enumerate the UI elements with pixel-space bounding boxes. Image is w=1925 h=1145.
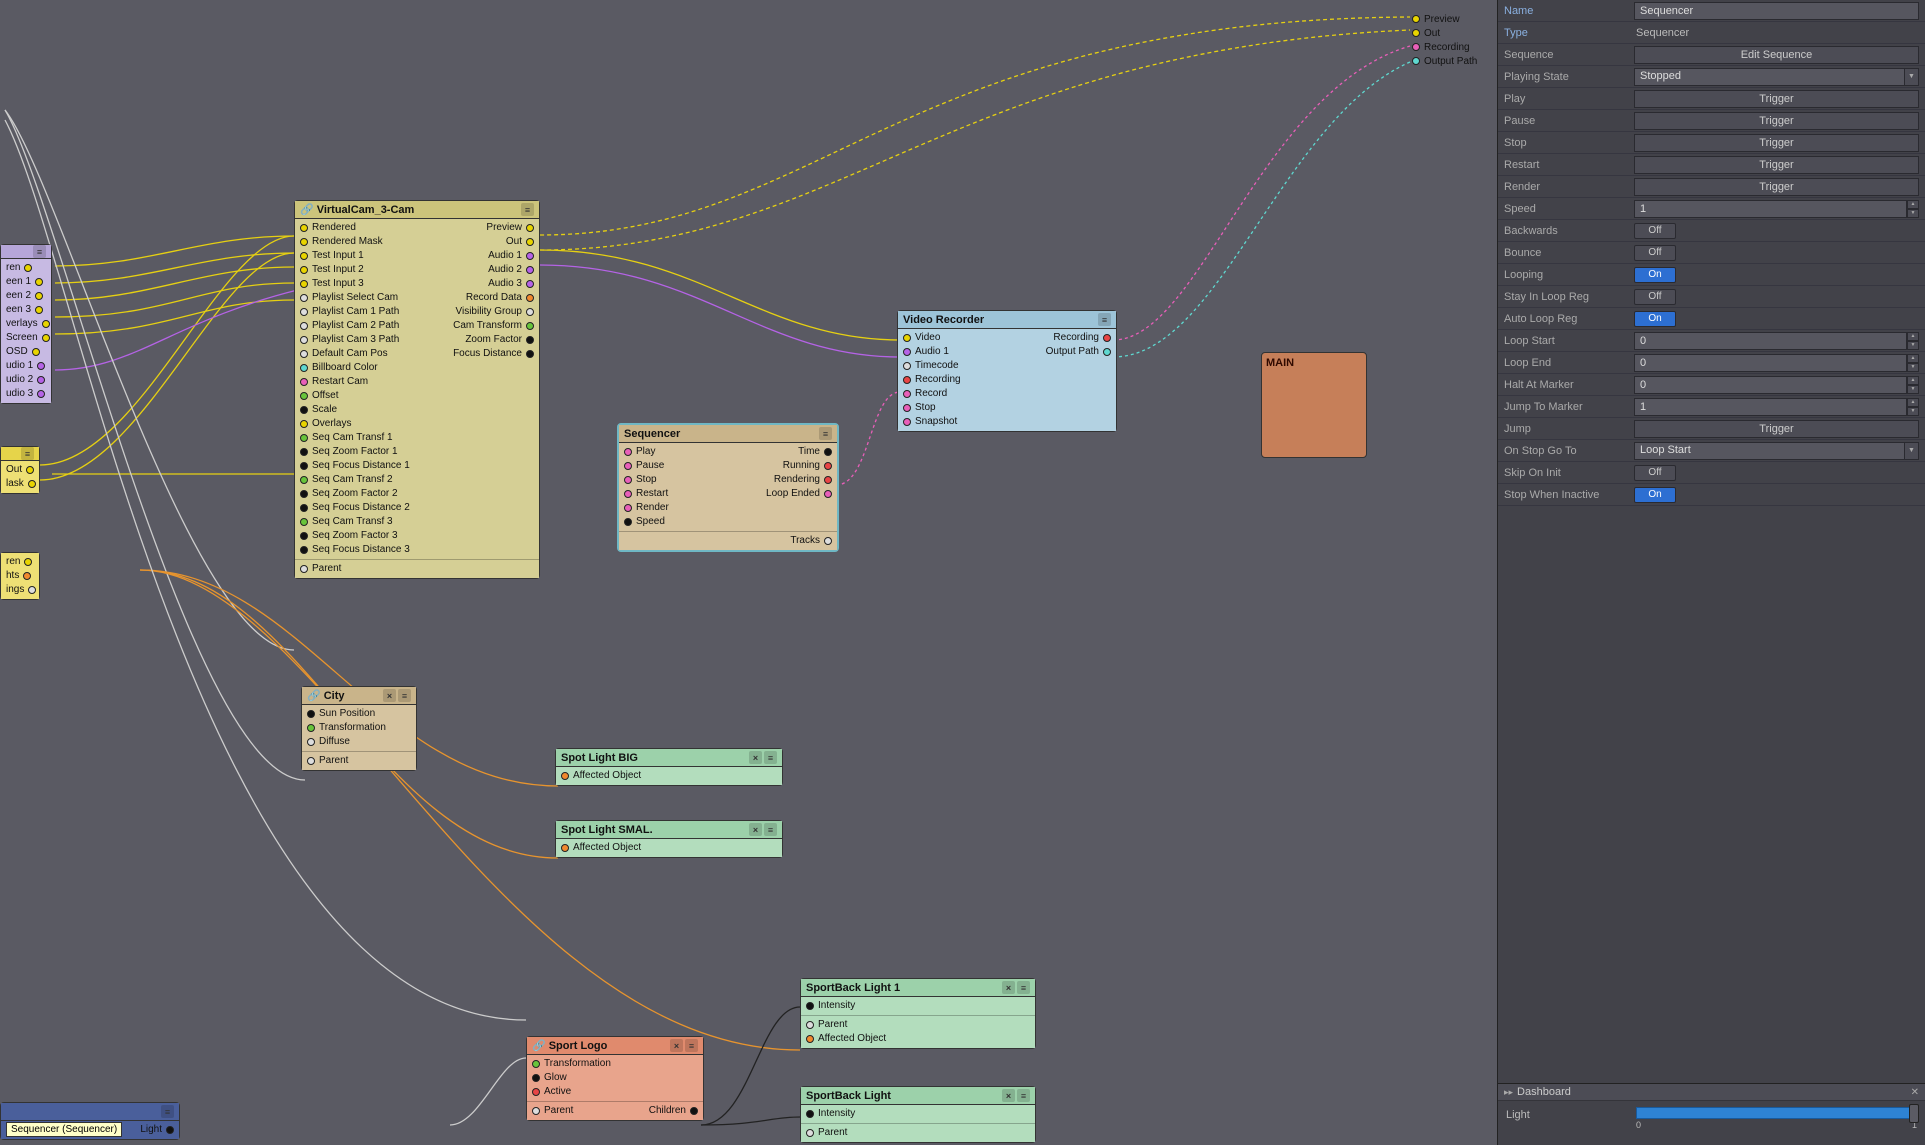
speed-spinner[interactable]: ▲▼ <box>1907 200 1919 218</box>
menu-icon[interactable]: ≡ <box>398 689 411 702</box>
render-trigger-button[interactable]: Trigger <box>1634 178 1919 196</box>
jump-trigger-button[interactable]: Trigger <box>1634 420 1919 438</box>
node-sequencer[interactable]: Sequencer≡ PlayTimePauseRunningStopRende… <box>617 423 839 552</box>
link-icon: 🔗 <box>300 203 314 216</box>
close-icon[interactable]: × <box>749 751 762 764</box>
close-icon[interactable]: × <box>1002 1089 1015 1102</box>
output-preview: Preview <box>1424 14 1460 25</box>
bounce-toggle[interactable]: Off <box>1634 245 1676 261</box>
prop-name-input[interactable] <box>1634 2 1919 20</box>
node-title: Sport Logo <box>549 1040 608 1052</box>
menu-icon[interactable]: ≡ <box>819 427 832 440</box>
output-recording: Recording <box>1424 42 1470 53</box>
jump-to-marker-input[interactable] <box>1634 398 1907 416</box>
node-sportback-light[interactable]: SportBack Light×≡ Intensity Parent <box>800 1086 1036 1143</box>
node-partial-yellow-2[interactable]: ren hts ings <box>0 552 40 600</box>
chevron-down-icon[interactable]: ▼ <box>1905 68 1919 86</box>
stop-trigger-button[interactable]: Trigger <box>1634 134 1919 152</box>
connection-wires <box>0 0 1497 1145</box>
menu-icon[interactable]: ≡ <box>1017 981 1030 994</box>
backwards-toggle[interactable]: Off <box>1634 223 1676 239</box>
prop-type-value: Sequencer <box>1634 27 1689 39</box>
node-title: VirtualCam_3-Cam <box>317 204 415 216</box>
menu-icon[interactable]: ≡ <box>161 1105 174 1118</box>
menu-icon[interactable]: ≡ <box>33 245 46 258</box>
node-title: Spot Light SMAL. <box>561 824 653 836</box>
node-title: SportBack Light <box>806 1090 891 1102</box>
node-title: Video Recorder <box>903 314 984 326</box>
node-spot-light-big[interactable]: Spot Light BIG×≡ Affected Object <box>555 748 783 786</box>
loop-start-spinner[interactable]: ▲▼ <box>1907 332 1919 350</box>
prop-type-label: Type <box>1504 27 1634 39</box>
node-video-recorder[interactable]: Video Recorder≡ VideoRecordingAudio 1Out… <box>897 310 1117 432</box>
playing-state-dropdown[interactable]: Stopped <box>1634 68 1905 86</box>
play-trigger-button[interactable]: Trigger <box>1634 90 1919 108</box>
close-icon[interactable]: × <box>383 689 396 702</box>
edit-sequence-button[interactable]: Edit Sequence <box>1634 46 1919 64</box>
restart-trigger-button[interactable]: Trigger <box>1634 156 1919 174</box>
output-out: Out <box>1424 28 1440 39</box>
node-title: Spot Light BIG <box>561 752 638 764</box>
node-graph-canvas[interactable]: Preview Out Recording Output Path ≡ ren … <box>0 0 1497 1145</box>
menu-icon[interactable]: ≡ <box>764 823 777 836</box>
slider-handle[interactable] <box>1909 1104 1919 1123</box>
stop-when-inactive-toggle[interactable]: On <box>1634 487 1676 503</box>
loop-start-input[interactable] <box>1634 332 1907 350</box>
menu-icon[interactable]: ≡ <box>1017 1089 1030 1102</box>
close-icon[interactable]: × <box>749 823 762 836</box>
stay-in-loop-toggle[interactable]: Off <box>1634 289 1676 305</box>
node-title: SportBack Light 1 <box>806 982 900 994</box>
pause-trigger-button[interactable]: Trigger <box>1634 112 1919 130</box>
loop-end-spinner[interactable]: ▲▼ <box>1907 354 1919 372</box>
node-title: City <box>324 690 345 702</box>
tooltip: Sequencer (Sequencer) <box>6 1122 122 1137</box>
jump-spinner[interactable]: ▲▼ <box>1907 398 1919 416</box>
node-spot-light-smal[interactable]: Spot Light SMAL.×≡ Affected Object <box>555 820 783 858</box>
light-slider[interactable] <box>1636 1107 1917 1119</box>
node-sportback-light-1[interactable]: SportBack Light 1×≡ Intensity Parent Aff… <box>800 978 1036 1049</box>
close-icon[interactable]: × <box>670 1039 683 1052</box>
expand-icon[interactable]: ▸▸ <box>1504 1087 1513 1098</box>
menu-icon[interactable]: ≡ <box>764 751 777 764</box>
menu-icon[interactable]: ≡ <box>685 1039 698 1052</box>
close-icon[interactable]: ✕ <box>1911 1087 1919 1098</box>
menu-icon[interactable]: ≡ <box>521 203 534 216</box>
halt-spinner[interactable]: ▲▼ <box>1907 376 1919 394</box>
link-icon: 🔗 <box>532 1039 546 1052</box>
prop-name-label: Name <box>1504 5 1634 17</box>
node-city[interactable]: 🔗City×≡ Sun Position Transformation Diff… <box>301 686 417 771</box>
speed-input[interactable] <box>1634 200 1907 218</box>
skip-on-init-toggle[interactable]: Off <box>1634 465 1676 481</box>
on-stop-dropdown[interactable]: Loop Start <box>1634 442 1905 460</box>
looping-toggle[interactable]: On <box>1634 267 1676 283</box>
dash-light-label: Light <box>1506 1107 1636 1121</box>
node-virtualcam[interactable]: 🔗VirtualCam_3-Cam≡ RenderedPreviewRender… <box>294 200 540 579</box>
properties-panel: Name TypeSequencer SequenceEdit Sequence… <box>1497 0 1925 1145</box>
node-partial-purple[interactable]: ≡ ren een 1 een 2 een 3 verlays Screen O… <box>0 244 52 404</box>
menu-icon[interactable]: ≡ <box>1098 313 1111 326</box>
graph-outputs: Preview Out Recording Output Path <box>1412 12 1492 68</box>
chevron-down-icon[interactable]: ▼ <box>1905 442 1919 460</box>
node-title: Sequencer <box>624 428 680 440</box>
node-partial-yellow-1[interactable]: ≡ Out lask <box>0 446 40 494</box>
dashboard-panel: ▸▸Dashboard✕ Light 01 <box>1498 1083 1925 1145</box>
halt-at-marker-input[interactable] <box>1634 376 1907 394</box>
node-sport-logo[interactable]: 🔗Sport Logo×≡ Transformation Glow Active… <box>526 1036 704 1121</box>
node-main[interactable]: MAIN <box>1261 352 1367 458</box>
link-icon: 🔗 <box>307 689 321 702</box>
auto-loop-toggle[interactable]: On <box>1634 311 1676 327</box>
output-output-path: Output Path <box>1424 56 1477 67</box>
loop-end-input[interactable] <box>1634 354 1907 372</box>
close-icon[interactable]: × <box>1002 981 1015 994</box>
